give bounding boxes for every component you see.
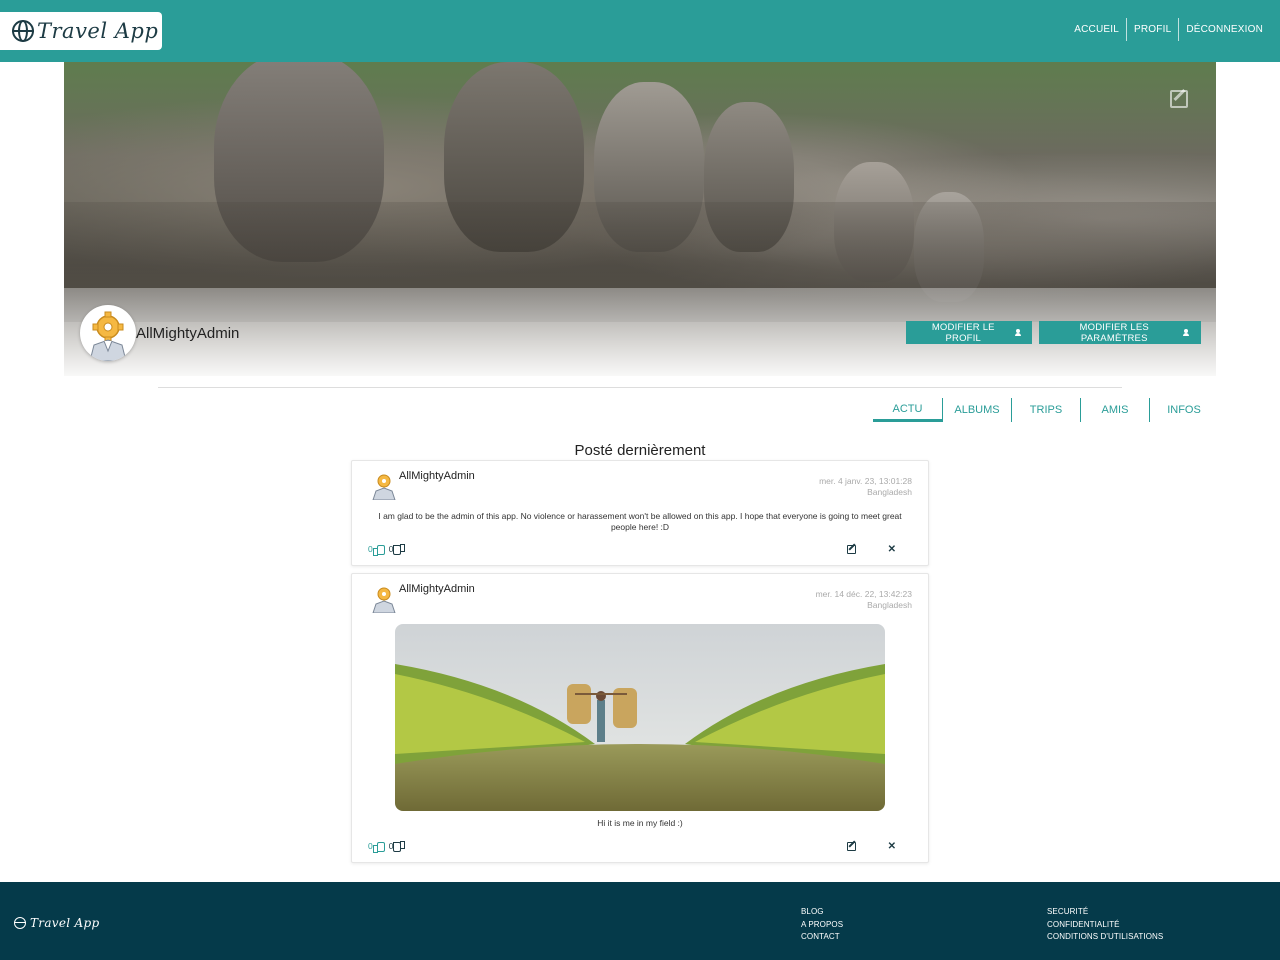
edit-settings-label: MODIFIER LES PARAMÈTRES <box>1079 321 1149 344</box>
avatar-gear-icon <box>89 311 127 361</box>
tab-actu[interactable]: ACTU <box>873 398 942 422</box>
post-meta: mer. 14 déc. 22, 13:42:23 Bangladesh <box>816 589 912 611</box>
edit-post-icon[interactable] <box>847 842 856 851</box>
globe-icon <box>14 917 26 929</box>
footer-conditions-link[interactable]: CONDITIONS D'UTILISATIONS <box>1047 931 1163 944</box>
footer-links-col2: SECURITÉ CONFIDENTIALITÉ CONDITIONS D'UT… <box>1047 906 1163 944</box>
field-photo <box>395 624 885 811</box>
footer-apropos-link[interactable]: A PROPOS <box>801 919 843 932</box>
post-card: AllMightyAdmin mer. 4 janv. 23, 13:01:28… <box>351 460 929 566</box>
footer-securite-link[interactable]: SECURITÉ <box>1047 906 1163 919</box>
post-caption: Hi it is me in my field :) <box>597 818 683 828</box>
post-meta: mer. 4 janv. 23, 13:01:28 Bangladesh <box>819 476 912 498</box>
edit-settings-button[interactable]: MODIFIER LES PARAMÈTRES <box>1039 321 1201 344</box>
nav-accueil-link[interactable]: ACCUEIL <box>1067 18 1126 41</box>
tab-trips[interactable]: TRIPS <box>1011 398 1080 422</box>
user-icon <box>1014 329 1022 336</box>
post-author[interactable]: AllMightyAdmin <box>399 470 475 482</box>
profile-avatar[interactable] <box>80 305 136 361</box>
logo-text: Travel App <box>37 19 159 43</box>
post-avatar[interactable] <box>370 583 398 613</box>
post-location: Bangladesh <box>867 600 912 610</box>
tab-amis[interactable]: AMIS <box>1080 398 1149 422</box>
post-avatar[interactable] <box>370 470 398 500</box>
footer-blog-link[interactable]: BLOG <box>801 906 843 919</box>
thumbs-up-icon[interactable] <box>372 544 385 556</box>
edit-post-icon[interactable] <box>847 545 856 554</box>
post-author[interactable]: AllMightyAdmin <box>399 583 475 595</box>
profile-tabs: ACTU ALBUMS TRIPS AMIS INFOS <box>873 398 1218 422</box>
nav-profil-link[interactable]: PROFIL <box>1126 18 1178 41</box>
edit-profile-button[interactable]: MODIFIER LE PROFIL <box>906 321 1032 344</box>
delete-post-icon[interactable]: ✕ <box>888 545 896 555</box>
app-logo[interactable]: Travel App <box>0 12 162 50</box>
top-navbar: Travel App ACCUEIL PROFIL DÉCONNEXION <box>0 0 1280 62</box>
main-nav: ACCUEIL PROFIL DÉCONNEXION <box>1067 18 1270 41</box>
tab-albums[interactable]: ALBUMS <box>942 398 1011 422</box>
footer-logo-text: Travel App <box>30 916 100 930</box>
post-date: mer. 14 déc. 22, 13:42:23 <box>815 589 912 599</box>
footer: Travel App BLOG A PROPOS CONTACT SECURIT… <box>0 882 1280 960</box>
avatar-gear-icon <box>372 474 396 500</box>
footer-confidentialite-link[interactable]: CONFIDENTIALITÉ <box>1047 919 1163 932</box>
footer-contact-link[interactable]: CONTACT <box>801 931 843 944</box>
thumbs-down-icon[interactable] <box>393 841 406 852</box>
thumbs-up-icon[interactable] <box>372 841 385 853</box>
nav-deconnexion-link[interactable]: DÉCONNEXION <box>1178 18 1270 41</box>
footer-logo[interactable]: Travel App <box>14 916 99 930</box>
post-date: mer. 4 janv. 23, 13:01:28 <box>819 476 912 486</box>
post-reactions: 0 0 <box>368 841 409 853</box>
section-title: Posté dernièrement <box>574 442 706 459</box>
user-settings-icon <box>1183 329 1191 336</box>
profile-username: AllMightyAdmin <box>136 325 240 342</box>
post-location: Bangladesh <box>867 487 912 497</box>
globe-icon <box>12 20 34 42</box>
post-text: I am glad to be the admin of this app. N… <box>378 511 902 532</box>
post-reactions: 0 0 <box>368 544 409 556</box>
thumbs-down-icon[interactable] <box>393 544 406 555</box>
delete-post-icon[interactable]: ✕ <box>888 842 896 852</box>
edit-profile-label: MODIFIER LE PROFIL <box>931 321 995 344</box>
footer-links-col1: BLOG A PROPOS CONTACT <box>801 906 843 944</box>
post-photo[interactable] <box>395 624 885 811</box>
divider <box>158 387 1122 388</box>
post-card: AllMightyAdmin mer. 14 déc. 22, 13:42:23… <box>351 573 929 863</box>
edit-cover-icon[interactable] <box>1170 90 1188 108</box>
tab-infos[interactable]: INFOS <box>1149 398 1218 422</box>
avatar-gear-icon <box>372 587 396 613</box>
